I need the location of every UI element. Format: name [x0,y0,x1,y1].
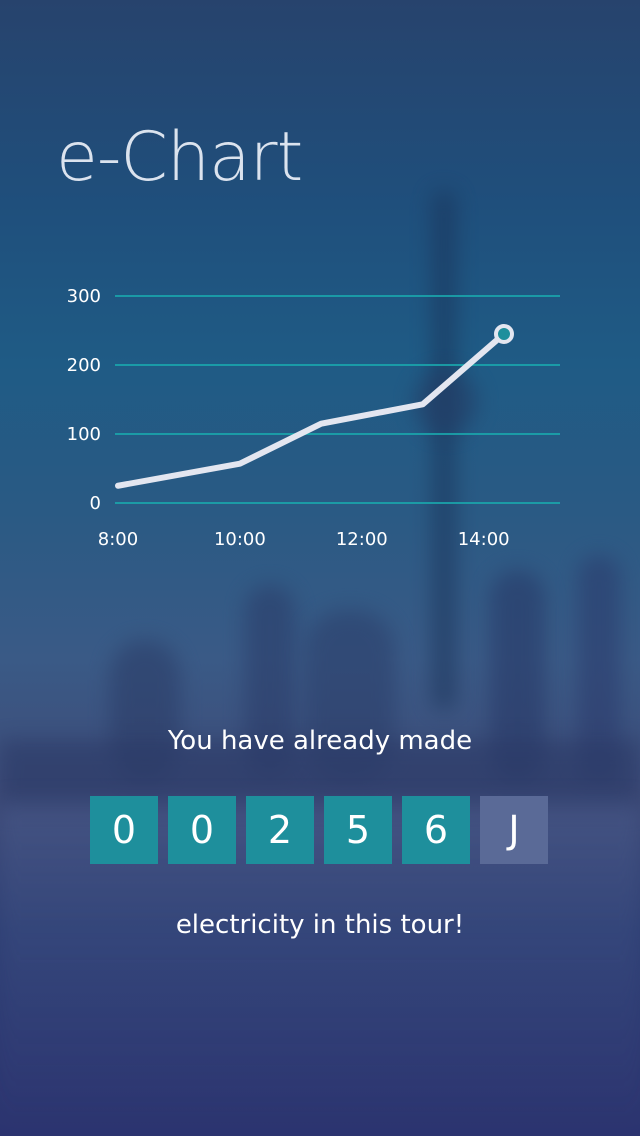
end-point-marker [494,323,514,344]
series-line [115,330,507,489]
y-tick-label: 200 [67,355,101,376]
x-tick-label: 14:00 [458,529,510,550]
y-tick-label: 100 [67,424,101,445]
counter-digit: 5 [324,796,392,864]
counter-digit: 0 [168,796,236,864]
x-tick-label: 12:00 [336,529,388,550]
counter-digit: 6 [402,796,470,864]
energy-counter: 00256J [90,796,548,864]
counter-unit: J [480,796,548,864]
x-tick-label: 8:00 [98,529,138,550]
y-tick-label: 0 [90,493,101,514]
summary-footer: electricity in this tour! [175,910,465,940]
energy-line-chart: 0 100 200 300 8:00 10:00 12:00 14:00 [67,286,560,550]
y-tick-label: 300 [67,286,101,307]
x-tick-label: 10:00 [214,529,266,550]
counter-digit: 0 [90,796,158,864]
summary-headline: You have already made [167,726,473,756]
counter-digit: 2 [246,796,314,864]
